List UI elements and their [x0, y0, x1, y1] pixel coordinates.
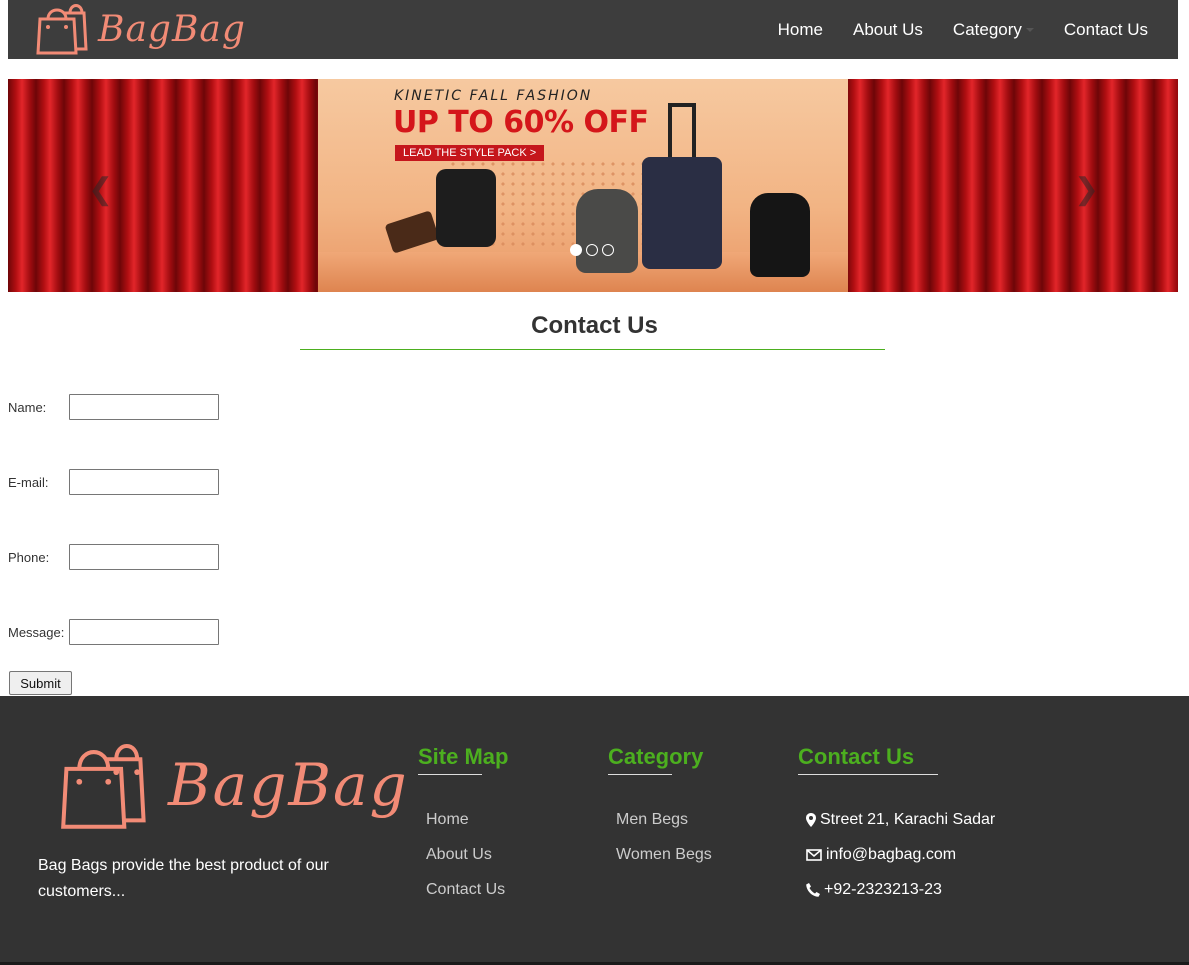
- black-backpack-image: [750, 193, 810, 277]
- caret-down-icon: [1025, 27, 1034, 32]
- brand-logo[interactable]: BagBag: [34, 2, 246, 56]
- footer-link-about-us[interactable]: About Us: [426, 846, 492, 864]
- promo-banner-image: KINETIC FALL FASHION UP TO 60% OFF LEAD …: [318, 79, 848, 292]
- footer-link-men-bags[interactable]: Men Begs: [616, 811, 688, 829]
- suitcase-image: [642, 157, 722, 269]
- messenger-bag-image: [436, 169, 496, 247]
- nav-category-label: Category: [952, 19, 1022, 39]
- phone-icon: [806, 883, 820, 897]
- curtain-left-image: [8, 79, 320, 292]
- footer-link-contact-us[interactable]: Contact Us: [426, 881, 505, 899]
- nav-contact-us[interactable]: Contact Us: [1064, 20, 1148, 40]
- nav-category[interactable]: Category: [953, 20, 1034, 40]
- chevron-right-icon[interactable]: ❯: [1074, 175, 1099, 205]
- promo-subtitle: KINETIC FALL FASHION: [394, 88, 593, 104]
- nav-about-us[interactable]: About Us: [853, 20, 923, 40]
- page-title: Contact Us: [531, 312, 658, 339]
- carousel-indicator-2[interactable]: [586, 244, 598, 256]
- footer-link-women-bags[interactable]: Women Begs: [616, 846, 712, 864]
- footer-phone[interactable]: +92-2323213-23: [806, 881, 942, 899]
- category-heading: Category: [608, 744, 704, 769]
- site-map-heading: Site Map: [418, 744, 509, 769]
- footer-address-text: Street 21, Karachi Sadar: [820, 811, 996, 828]
- carousel-indicator-3[interactable]: [602, 244, 614, 256]
- main-nav: Home About Us Category Contact Us: [748, 0, 1148, 59]
- footer-link-home[interactable]: Home: [426, 811, 469, 829]
- message-field[interactable]: [69, 619, 219, 645]
- category-underline: [608, 774, 672, 775]
- footer-email[interactable]: info@bagbag.com: [806, 846, 956, 864]
- email-field[interactable]: [69, 469, 219, 495]
- map-marker-icon: [806, 813, 816, 827]
- promo-headline: UP TO 60% OFF: [393, 105, 649, 140]
- brand-name: BagBag: [98, 8, 246, 50]
- backpack-image: [576, 189, 638, 273]
- chevron-left-icon[interactable]: ❮: [88, 175, 113, 205]
- email-label: E-mail:: [8, 475, 49, 490]
- footer-contact-underline: [798, 774, 938, 775]
- name-field[interactable]: [69, 394, 219, 420]
- footer-contact-heading: Contact Us: [798, 744, 915, 769]
- navbar: BagBag Home About Us Category Contact Us: [8, 0, 1178, 59]
- suitcase-handle: [668, 103, 696, 159]
- footer-email-text: info@bagbag.com: [826, 846, 957, 863]
- footer: BagBag Bag Bags provide the best product…: [0, 696, 1189, 965]
- hero-carousel: KINETIC FALL FASHION UP TO 60% OFF LEAD …: [8, 79, 1178, 292]
- phone-label: Phone:: [8, 550, 50, 565]
- footer-brand-name: BagBag: [168, 751, 409, 819]
- carousel-indicators: [570, 244, 618, 256]
- wallet-image: [384, 210, 440, 254]
- message-label: Message:: [8, 625, 65, 640]
- envelope-icon: [806, 849, 822, 861]
- name-label: Name:: [8, 400, 47, 415]
- shopping-bag-icon: [61, 744, 146, 829]
- submit-button[interactable]: Submit: [9, 671, 72, 695]
- footer-phone-text: +92-2323213-23: [824, 881, 942, 898]
- footer-description: Bag Bags provide the best product of our…: [38, 857, 329, 900]
- footer-brand-logo[interactable]: BagBag: [60, 740, 409, 830]
- phone-field[interactable]: [69, 544, 219, 570]
- shopping-bag-icon: [36, 4, 88, 55]
- promo-cta: LEAD THE STYLE PACK >: [395, 145, 545, 161]
- nav-home[interactable]: Home: [778, 20, 823, 40]
- carousel-indicator-1[interactable]: [570, 244, 582, 256]
- title-divider: [300, 349, 885, 350]
- site-map-underline: [418, 774, 482, 775]
- curtain-right-image: [846, 79, 1178, 292]
- footer-address: Street 21, Karachi Sadar: [806, 811, 995, 829]
